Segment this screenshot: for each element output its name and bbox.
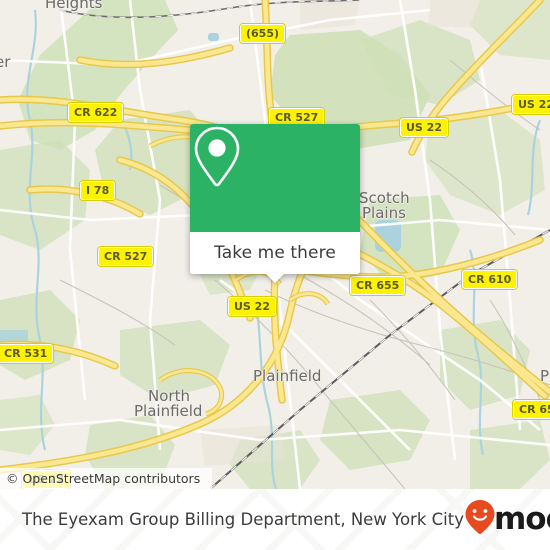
moovit-brand[interactable]: moovit xyxy=(464,499,550,540)
take-me-there-label: Take me there xyxy=(214,243,336,263)
map-canvas[interactable]: Heights er Scotch Plains Plainfield Nort… xyxy=(0,0,550,489)
popup-tail-arrow xyxy=(265,273,285,283)
moovit-wordmark: moovit xyxy=(493,501,550,537)
road-shield-cr527-mid[interactable]: CR 527 xyxy=(96,246,155,267)
road-shield-us22-b[interactable]: US 22 xyxy=(511,94,550,115)
take-me-there-button[interactable]: Take me there xyxy=(190,232,360,283)
road-shield-cr655-a[interactable]: CR 655 xyxy=(348,275,407,296)
page-footer: The Eyexam Group Billing Department, New… xyxy=(0,489,550,550)
road-shield-us22-a[interactable]: US 22 xyxy=(399,117,449,138)
attribution-text: © OpenStreetMap contributors xyxy=(6,471,201,486)
road-shield-655[interactable]: (655) xyxy=(238,23,287,44)
road-shield-i78[interactable]: I 78 xyxy=(78,180,117,201)
destination-popup-card[interactable]: Take me there xyxy=(190,124,360,283)
road-shield-cr531[interactable]: CR 531 xyxy=(0,343,55,364)
moovit-smiley-pin-icon xyxy=(464,499,496,540)
footer-title: The Eyexam Group Billing Department, New… xyxy=(22,510,464,529)
road-shield-cr655-b[interactable]: CR 655 xyxy=(511,399,550,420)
road-shield-cr610[interactable]: CR 610 xyxy=(460,269,519,290)
map-attribution[interactable]: © OpenStreetMap contributors xyxy=(0,468,212,489)
road-shield-cr622[interactable]: CR 622 xyxy=(66,102,125,123)
road-shield-us22-c[interactable]: US 22 xyxy=(227,296,277,317)
popup-icon-area xyxy=(190,124,360,232)
moovit-map-page: Heights er Scotch Plains Plainfield Nort… xyxy=(0,0,550,550)
